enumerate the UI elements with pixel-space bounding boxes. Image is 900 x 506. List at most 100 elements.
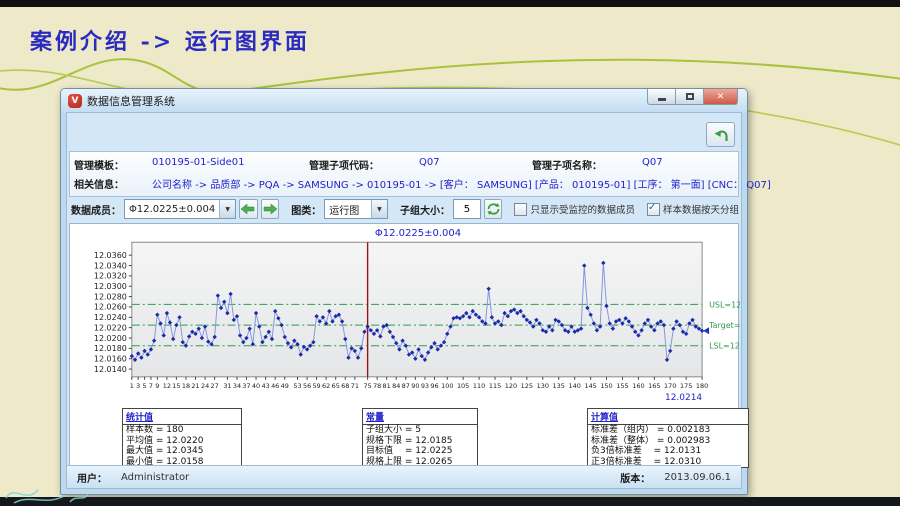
- svg-text:1: 1: [130, 382, 134, 390]
- checkbox-monitored-label: 只显示受监控的数据成员: [530, 202, 635, 216]
- stat-row: 最大值 = 12.0345: [123, 446, 241, 457]
- const-row: 子组大小 = 5: [363, 425, 477, 436]
- template-value: 010195-01-Side01: [152, 157, 244, 168]
- svg-text:USL=12.0265: USL=12.0265: [709, 300, 740, 309]
- svg-text:12.0160: 12.0160: [94, 354, 127, 363]
- subgroup-size-input[interactable]: [453, 199, 481, 219]
- refresh-button[interactable]: [484, 199, 503, 219]
- return-button[interactable]: [706, 122, 735, 147]
- slide-title: 案例介绍 -> 运行图界面: [30, 24, 310, 56]
- window-controls: ✕: [648, 89, 738, 105]
- subitem-name-value: Q07: [642, 157, 663, 168]
- stat-row: 样本数 = 180: [123, 425, 241, 436]
- svg-text:12.0180: 12.0180: [94, 344, 127, 353]
- svg-text:LSL=12.0185: LSL=12.0185: [709, 342, 740, 351]
- svg-text:12.0320: 12.0320: [94, 272, 127, 281]
- constants-box: 常量 子组大小 = 5 规格下限 = 12.0185 目标值 = 12.0225…: [362, 408, 478, 468]
- statistics-box-header: 统计值: [123, 409, 241, 425]
- calc-row: 标准差（组内） = 0.002183: [588, 425, 748, 436]
- svg-text:155: 155: [616, 382, 628, 390]
- svg-text:87: 87: [402, 382, 410, 390]
- svg-text:165: 165: [648, 382, 660, 390]
- svg-text:71: 71: [351, 382, 359, 390]
- arrow-right-icon: [263, 204, 277, 214]
- previous-member-button[interactable]: [239, 199, 258, 219]
- app-icon: V: [68, 94, 82, 108]
- svg-text:12.0240: 12.0240: [94, 313, 127, 322]
- data-member-dropdown[interactable]: Φ12.0225±0.004 ▼: [124, 199, 236, 219]
- calculated-box-header: 计算值: [588, 409, 748, 425]
- letterbox-bottom: [0, 497, 900, 506]
- svg-text:96: 96: [430, 382, 438, 390]
- svg-text:31: 31: [223, 382, 231, 390]
- svg-text:170: 170: [664, 382, 676, 390]
- svg-text:59: 59: [312, 382, 320, 390]
- minimize-button[interactable]: [647, 89, 676, 105]
- chart-type-dropdown[interactable]: 运行图 ▼: [324, 199, 388, 219]
- arrow-left-icon: [241, 204, 255, 214]
- maximize-button[interactable]: [675, 89, 704, 105]
- svg-text:3: 3: [136, 382, 140, 390]
- svg-text:12.0200: 12.0200: [94, 334, 127, 343]
- minimize-icon: [658, 98, 666, 101]
- close-button[interactable]: ✕: [703, 89, 738, 105]
- svg-text:56: 56: [303, 382, 311, 390]
- calc-row: 负3倍标准差 = 12.0131: [588, 446, 748, 457]
- subitem-code-value: Q07: [419, 157, 440, 168]
- svg-text:53: 53: [293, 382, 301, 390]
- subitem-name-label: 管理子项名称：: [532, 157, 602, 172]
- version-value: 2013.09.06.1: [664, 472, 731, 483]
- svg-text:78: 78: [373, 382, 381, 390]
- svg-text:145: 145: [584, 382, 596, 390]
- svg-text:12: 12: [163, 382, 171, 390]
- svg-text:37: 37: [242, 382, 250, 390]
- checkbox-icon: [514, 203, 527, 216]
- const-row: 规格下限 = 12.0185: [363, 436, 477, 447]
- run-chart[interactable]: 12.036012.0340 12.032012.030012.0280 12.02…: [70, 236, 740, 406]
- svg-text:49: 49: [281, 382, 289, 390]
- checkbox-group-by-day[interactable]: 样本数据按天分组: [647, 202, 739, 216]
- window-content: 管理模板： 010195-01-Side01 管理子项代码： Q07 管理子项名…: [66, 112, 742, 489]
- refresh-icon: [487, 203, 500, 215]
- corner-decoration: [0, 476, 90, 506]
- svg-text:27: 27: [211, 382, 219, 390]
- svg-text:180: 180: [696, 382, 708, 390]
- window-title: 数据信息管理系统: [87, 93, 175, 109]
- svg-text:12.0300: 12.0300: [94, 282, 127, 291]
- letterbox-top: [0, 0, 900, 7]
- checkbox-icon: [647, 203, 660, 216]
- svg-text:12.0280: 12.0280: [94, 292, 127, 301]
- svg-text:84: 84: [392, 382, 400, 390]
- version-label: 版本：: [620, 470, 650, 485]
- related-value: 公司名称 -> 品质部 -> PQA -> SAMSUNG -> 010195-…: [152, 176, 771, 191]
- svg-text:65: 65: [332, 382, 340, 390]
- info-panel: 管理模板： 010195-01-Side01 管理子项代码： Q07 管理子项名…: [69, 151, 739, 197]
- svg-text:150: 150: [600, 382, 612, 390]
- window-titlebar: V 数据信息管理系统: [61, 89, 747, 112]
- svg-text:62: 62: [322, 382, 330, 390]
- data-member-value: Φ12.0225±0.004: [125, 204, 219, 215]
- chart-type-value: 运行图: [325, 202, 371, 217]
- constants-box-header: 常量: [363, 409, 477, 425]
- svg-text:81: 81: [383, 382, 391, 390]
- subitem-code-label: 管理子项代码：: [309, 157, 379, 172]
- svg-text:105: 105: [457, 382, 469, 390]
- svg-text:12.0360: 12.0360: [94, 251, 127, 260]
- svg-text:130: 130: [537, 382, 549, 390]
- chart-type-label: 图类：: [291, 202, 321, 217]
- undo-arrow-icon: [713, 128, 729, 142]
- checkbox-groupbyday-label: 样本数据按天分组: [663, 202, 739, 216]
- svg-text:12.0340: 12.0340: [94, 261, 127, 270]
- svg-text:5: 5: [143, 382, 147, 390]
- const-row: 目标值 = 12.0225: [363, 446, 477, 457]
- svg-text:40: 40: [252, 382, 260, 390]
- svg-text:7: 7: [149, 382, 153, 390]
- next-member-button[interactable]: [261, 199, 280, 219]
- svg-text:43: 43: [261, 382, 269, 390]
- svg-text:12.0140: 12.0140: [94, 365, 127, 374]
- svg-text:125: 125: [521, 382, 533, 390]
- maximize-icon: [686, 93, 694, 100]
- chevron-down-icon: ▼: [371, 200, 387, 218]
- checkbox-monitored-only[interactable]: 只显示受监控的数据成员: [514, 202, 635, 216]
- toolbar: 数据成员： Φ12.0225±0.004 ▼ 图类： 运行: [69, 197, 739, 221]
